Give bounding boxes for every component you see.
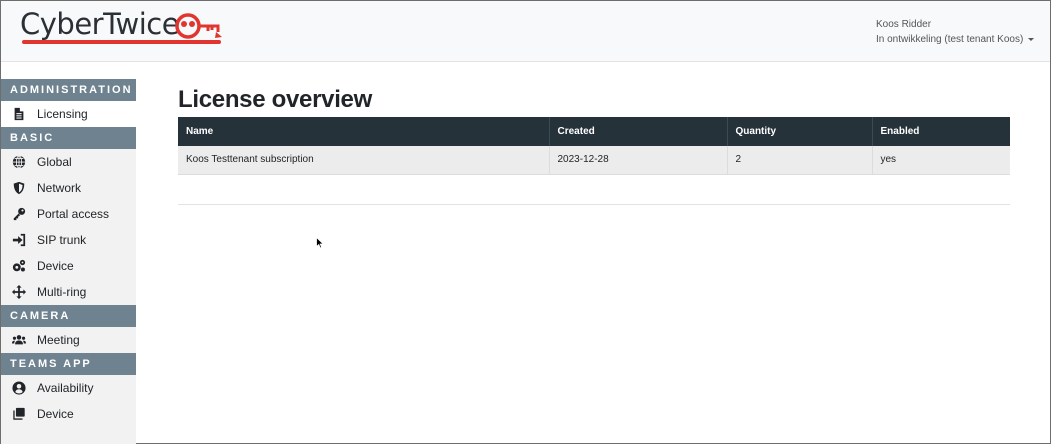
sidebar-item-network[interactable]: Network: [1, 175, 136, 201]
content-divider: [178, 204, 1010, 205]
sidebar-item-sip-trunk[interactable]: SIP trunk: [1, 227, 136, 253]
sidebar-section-teams-app: Teams App: [1, 353, 136, 375]
sidebar-item-label: Portal access: [37, 207, 110, 221]
table-row[interactable]: Koos Testtenant subscription 2023-12-28 …: [178, 146, 1010, 175]
column-header-enabled[interactable]: Enabled: [872, 117, 1010, 146]
table-header-row: Name Created Quantity Enabled: [178, 117, 1010, 146]
sidebar-item-availability[interactable]: Availability: [1, 375, 136, 401]
logo-mark-icon: [175, 13, 222, 39]
sidebar-section-basic: Basic: [1, 127, 136, 149]
sidebar-item-label: Device: [37, 259, 74, 273]
chevron-down-icon: [1028, 38, 1035, 41]
cogs-icon: [10, 257, 28, 275]
globe-icon: [10, 153, 28, 171]
sidebar-section-camera: Camera: [1, 305, 136, 327]
sidebar: Administration Licensing Basic Global Ne…: [1, 79, 136, 444]
user-name: Koos Ridder: [876, 19, 932, 30]
cell-created: 2023-12-28: [549, 146, 728, 175]
copy-icon: [10, 405, 28, 423]
sidebar-item-label: SIP trunk: [37, 233, 87, 247]
sign-in-icon: [10, 231, 28, 249]
arrows-icon: [10, 283, 28, 301]
sidebar-item-label: Availability: [37, 381, 94, 395]
user-circle-icon: [10, 379, 28, 397]
column-header-created[interactable]: Created: [549, 117, 728, 146]
sidebar-item-global[interactable]: Global: [1, 149, 136, 175]
sidebar-item-teams-device[interactable]: Device: [1, 401, 136, 427]
column-header-quantity[interactable]: Quantity: [727, 117, 873, 146]
sidebar-item-label: Meeting: [37, 333, 80, 347]
column-header-name[interactable]: Name: [178, 117, 550, 146]
top-navbar: CyberTwice Koos Ridder In ontwikkeling (…: [1, 1, 1050, 62]
key-icon: [10, 205, 28, 223]
sidebar-item-portal-access[interactable]: Portal access: [1, 201, 136, 227]
cell-name: Koos Testtenant subscription: [178, 146, 550, 175]
tenant-label: In ontwikkeling (test tenant Koos): [876, 34, 1024, 45]
cell-quantity: 2: [727, 146, 873, 175]
sidebar-item-label: Device: [37, 407, 74, 421]
users-icon: [10, 331, 28, 349]
mouse-cursor-icon: [316, 237, 324, 249]
page-title: License overview: [178, 86, 372, 113]
cell-enabled: yes: [872, 146, 1010, 175]
user-menu: Koos Ridder In ontwikkeling (test tenant…: [876, 17, 1035, 47]
sidebar-item-label: Network: [37, 181, 82, 195]
sidebar-item-label: Global: [37, 155, 72, 169]
shield-icon: [10, 179, 28, 197]
sidebar-item-licensing[interactable]: Licensing: [1, 101, 136, 127]
sidebar-item-label: Licensing: [37, 107, 88, 121]
tenant-dropdown[interactable]: In ontwikkeling (test tenant Koos): [876, 32, 1035, 47]
sidebar-section-administration: Administration: [1, 79, 136, 101]
logo-text: CyberTwice: [20, 7, 180, 41]
file-icon: [10, 105, 28, 123]
sidebar-item-meeting[interactable]: Meeting: [1, 327, 136, 353]
sidebar-item-device[interactable]: Device: [1, 253, 136, 279]
main-content: License overview Name Created Quantity E…: [178, 85, 1010, 205]
license-table: Name Created Quantity Enabled Koos Testt…: [178, 117, 1010, 175]
sidebar-item-label: Multi-ring: [37, 285, 87, 299]
sidebar-item-multi-ring[interactable]: Multi-ring: [1, 279, 136, 305]
